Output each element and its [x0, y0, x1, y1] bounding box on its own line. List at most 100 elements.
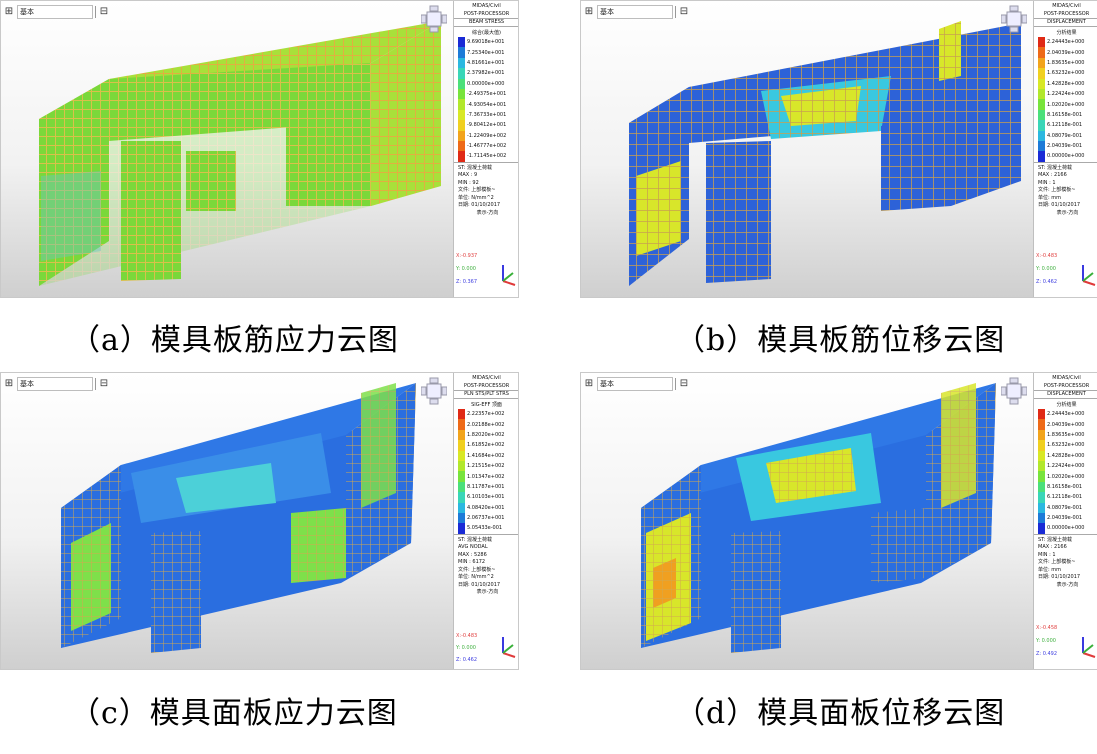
view-cube-icon[interactable]: [1001, 5, 1027, 33]
panel-displacement-model: [641, 383, 996, 653]
result-component: 综合(最大值): [472, 30, 501, 36]
axis-z-readout: Z: 0.462: [456, 657, 478, 663]
result-info: ST: 混凝土荷载 MAX : 2166 MIN : 1 文件: 上部模板~ 单…: [1034, 161, 1097, 218]
result-component: SIG-EFF 顶面: [471, 402, 502, 408]
result-type: PLN STS/PLT STRS: [454, 390, 518, 399]
toolbar: ⊞ 基本 ⊟: [583, 5, 690, 19]
scale-value: 0.00000e+000: [1047, 525, 1085, 532]
view-cube-icon[interactable]: [421, 377, 447, 405]
scale-value: 2.04039e+000: [1047, 49, 1085, 56]
scale-row: 4.08079e-001: [1038, 502, 1097, 513]
date-label: 日期: 01/10/2017: [1038, 202, 1081, 209]
scale-row: 1.82020e+002: [458, 429, 518, 441]
scale-value: 2.02188e+002: [467, 421, 505, 428]
model-tree-icon[interactable]: ⊞: [583, 378, 595, 390]
scale-value: 1.01347e+002: [467, 473, 505, 480]
view-cube-icon[interactable]: [1001, 377, 1027, 405]
load-case: ST: 混凝土荷载: [1038, 164, 1072, 171]
view-options-icon[interactable]: ⊟: [98, 6, 110, 18]
color-scale: 9.69018e+001 7.25340e+001 4.81661e+001 2.37…: [458, 37, 518, 162]
view-select[interactable]: 基本: [17, 5, 93, 19]
panel-stress-model: [61, 383, 416, 653]
scale-row: 2.04039e+000: [1038, 419, 1097, 430]
direction-label: 表示-方向: [476, 589, 499, 596]
axis-triad-icon: [502, 265, 516, 286]
view-cube-icon[interactable]: [421, 5, 447, 33]
scale-row: -7.36733e+001: [458, 109, 518, 121]
scale-swatch: [1038, 440, 1045, 451]
scale-value: 6.12118e-001: [1047, 494, 1083, 501]
scale-swatch: [1038, 109, 1045, 121]
scale-swatch: [458, 99, 465, 110]
scale-row: 4.08420e+001: [458, 502, 518, 513]
scale-row: 6.12118e-001: [1038, 492, 1097, 503]
scale-row: 7.25340e+001: [458, 47, 518, 58]
scale-value: 4.08420e+001: [467, 504, 505, 511]
model-tree-icon[interactable]: ⊞: [583, 6, 595, 18]
scale-row: 2.02188e+002: [458, 419, 518, 430]
scale-row: 0.00000e+000: [458, 78, 518, 89]
scale-swatch: [1038, 450, 1045, 461]
scale-value: 4.81661e+001: [467, 59, 505, 66]
scale-value: 1.02020e+000: [1047, 473, 1085, 480]
model-viewport[interactable]: [1, 1, 451, 297]
scale-value: 8.11787e+001: [467, 483, 505, 490]
date-label: 日期: 01/10/2017: [1038, 574, 1081, 581]
scale-swatch: [1038, 78, 1045, 89]
scale-value: 2.04039e+000: [1047, 421, 1085, 428]
scale-swatch: [458, 450, 465, 461]
axis-y-readout: Y: 0.000: [1036, 266, 1056, 272]
model-viewport[interactable]: [581, 373, 1031, 669]
scale-swatch: [1038, 88, 1045, 100]
scale-row: -4.93054e+001: [458, 99, 518, 110]
scale-row: 1.83635e+000: [1038, 57, 1097, 69]
scale-row: 1.42828e+000: [1038, 78, 1097, 89]
module-name: POST-PROCESSOR: [1043, 11, 1090, 17]
view-select[interactable]: 基本: [597, 5, 673, 19]
model-tree-icon[interactable]: ⊞: [3, 6, 15, 18]
caption-d: （d）模具面板位移云图: [675, 696, 1006, 731]
scale-swatch: [458, 523, 465, 534]
scale-swatch: [1038, 523, 1045, 534]
model-viewport[interactable]: [1, 373, 451, 669]
scale-value: -7.36733e+001: [467, 111, 507, 118]
scale-value: 9.69018e+001: [467, 39, 505, 46]
scale-swatch: [458, 440, 465, 451]
rebar-displacement-model: [629, 21, 1021, 286]
view-options-icon[interactable]: ⊟: [678, 378, 690, 390]
scale-value: -4.93054e+001: [467, 101, 507, 108]
direction-label: 表示-方向: [1056, 209, 1079, 216]
model-tree-icon[interactable]: ⊞: [3, 378, 15, 390]
scale-value: 1.22424e+000: [1047, 91, 1085, 98]
view-select[interactable]: 基本: [17, 377, 93, 391]
scale-value: -9.80412e+001: [467, 122, 507, 129]
scale-value: 5.05433e-001: [467, 525, 503, 532]
panel-d-viewer: ⊞ 基本 ⊟ MIDAS/Civil POST-PROCESSOR DISPLA…: [580, 372, 1097, 670]
color-scale: 2.24443e+000 2.04039e+000 1.83635e+000 1.63…: [1038, 37, 1097, 162]
scale-swatch: [1038, 130, 1045, 141]
scale-swatch: [458, 78, 465, 89]
caption-a: （a）模具板筋应力云图: [70, 323, 399, 358]
scale-swatch: [1038, 99, 1045, 110]
scale-row: 1.42828e+000: [1038, 450, 1097, 461]
scale-swatch: [458, 419, 465, 430]
scale-row: 1.02020e+000: [1038, 471, 1097, 482]
scale-value: -2.49375e+001: [467, 91, 507, 98]
module-name: POST-PROCESSOR: [463, 11, 510, 17]
model-viewport[interactable]: [581, 1, 1031, 297]
direction-label: 表示-方向: [476, 209, 499, 216]
scale-swatch: [458, 109, 465, 121]
scale-swatch: [1038, 502, 1045, 513]
view-select[interactable]: 基本: [597, 377, 673, 391]
scale-row: 1.22424e+000: [1038, 88, 1097, 100]
view-options-icon[interactable]: ⊟: [678, 6, 690, 18]
color-scale: 2.24443e+000 2.04039e+000 1.83635e+000 1.63…: [1038, 409, 1097, 534]
scale-swatch: [1038, 481, 1045, 493]
scale-swatch: [458, 492, 465, 503]
result-info: ST: 混凝土荷载 MAX : 9 MIN : 92 文件: 上部模板~ 单位:…: [454, 161, 518, 218]
panel-a-viewer: ⊞ 基本 ⊟ MIDAS/Civil POST-PROCESSOR BEAM S…: [0, 0, 519, 298]
view-options-icon[interactable]: ⊟: [98, 378, 110, 390]
scale-row: 8.16158e-001: [1038, 481, 1097, 493]
scale-row: 1.02020e+000: [1038, 99, 1097, 110]
scale-swatch: [458, 151, 465, 162]
